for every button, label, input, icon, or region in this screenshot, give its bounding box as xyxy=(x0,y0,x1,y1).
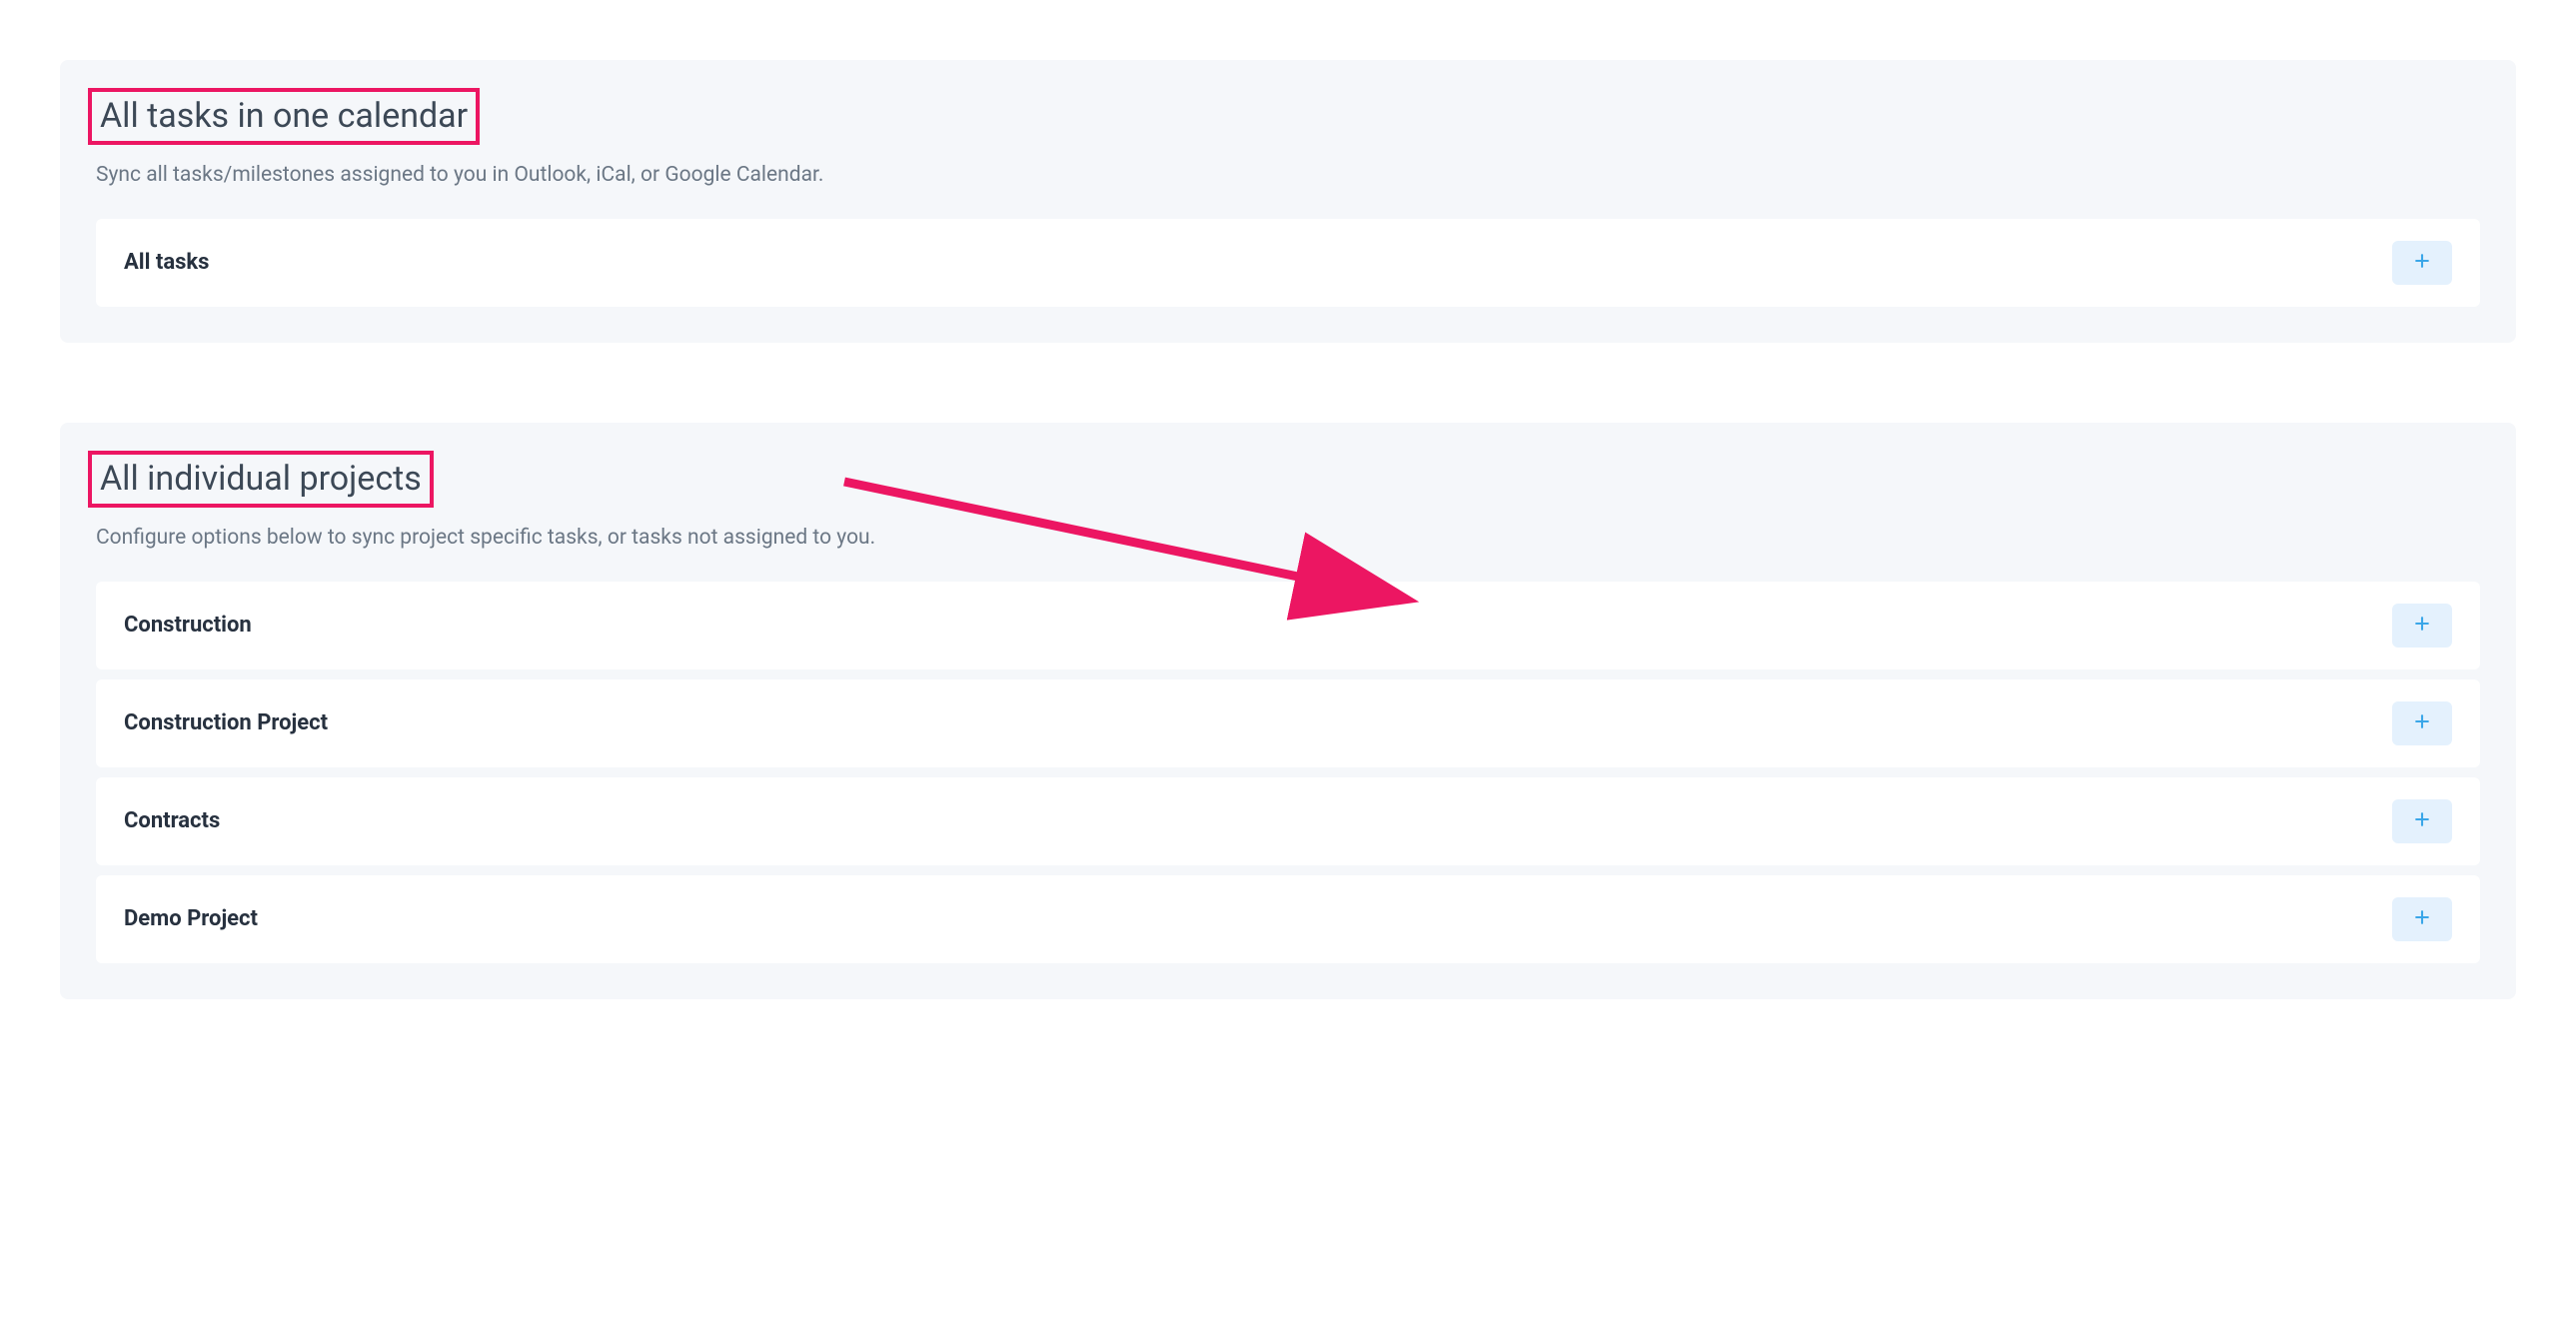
add-button-construction[interactable] xyxy=(2392,604,2452,648)
row-contracts-label: Contracts xyxy=(124,808,220,833)
add-button-construction-project[interactable] xyxy=(2392,701,2452,745)
row-contracts[interactable]: Contracts xyxy=(96,777,2480,865)
plus-icon xyxy=(2412,711,2432,734)
row-construction-project[interactable]: Construction Project xyxy=(96,679,2480,767)
section-all-tasks-title: All tasks in one calendar xyxy=(88,88,480,145)
plus-icon xyxy=(2412,809,2432,832)
add-button-contracts[interactable] xyxy=(2392,799,2452,843)
section-individual-projects: All individual projects Configure option… xyxy=(60,423,2516,999)
plus-icon xyxy=(2412,251,2432,274)
row-all-tasks-label: All tasks xyxy=(124,250,209,275)
row-construction-label: Construction xyxy=(124,613,252,638)
add-button-demo-project[interactable] xyxy=(2392,897,2452,941)
section-individual-projects-subtitle: Configure options below to sync project … xyxy=(96,526,2480,550)
row-demo-project[interactable]: Demo Project xyxy=(96,875,2480,963)
plus-icon xyxy=(2412,614,2432,637)
row-demo-project-label: Demo Project xyxy=(124,906,258,931)
section-all-tasks-subtitle: Sync all tasks/milestones assigned to yo… xyxy=(96,163,2480,187)
plus-icon xyxy=(2412,907,2432,930)
section-individual-projects-title: All individual projects xyxy=(88,451,434,508)
row-construction[interactable]: Construction xyxy=(96,582,2480,669)
page-container: All tasks in one calendar Sync all tasks… xyxy=(0,0,2576,1059)
add-button-all-tasks[interactable] xyxy=(2392,241,2452,285)
section-all-tasks: All tasks in one calendar Sync all tasks… xyxy=(60,60,2516,343)
row-construction-project-label: Construction Project xyxy=(124,710,328,735)
row-all-tasks[interactable]: All tasks xyxy=(96,219,2480,307)
